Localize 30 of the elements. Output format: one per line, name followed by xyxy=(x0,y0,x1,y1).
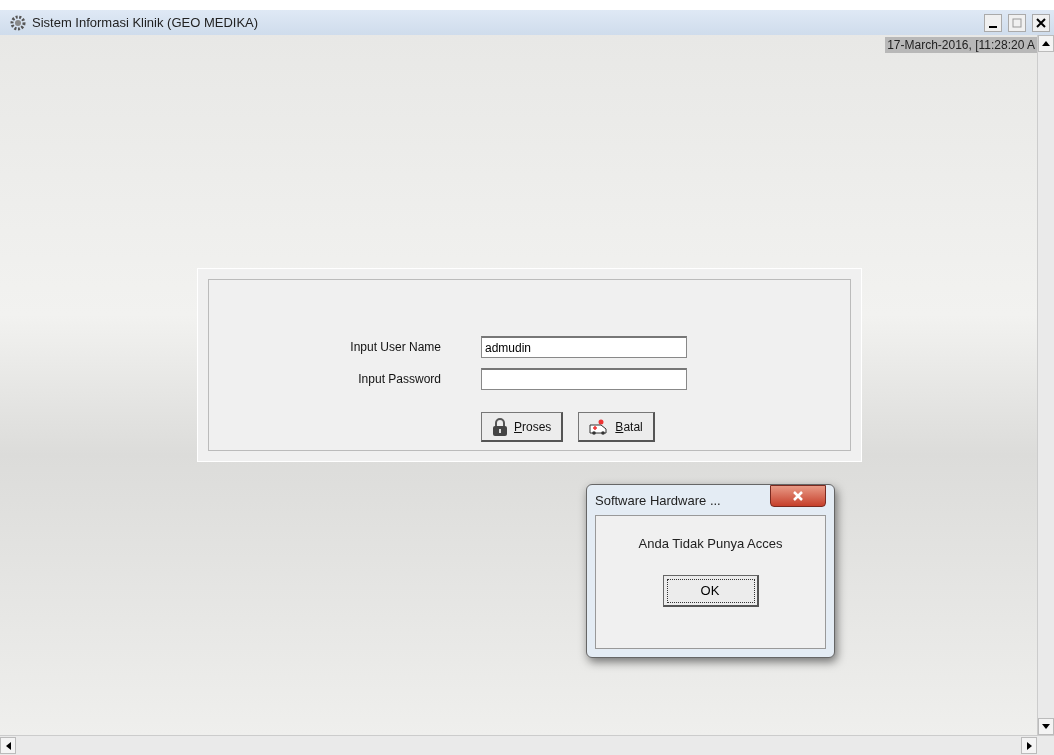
minimize-button[interactable] xyxy=(984,13,1002,32)
ambulance-icon xyxy=(589,418,610,435)
close-icon xyxy=(1036,17,1046,28)
ok-button[interactable]: OK xyxy=(662,575,759,607)
scroll-down-button[interactable] xyxy=(1038,718,1054,735)
window-title: Sistem Informasi Klinik (GEO MEDIKA) xyxy=(32,15,260,30)
dialog-message: Anda Tidak Punya Acces xyxy=(638,536,783,551)
date-time: 17-March-2016, [11:28:20 A xyxy=(885,37,1037,53)
maximize-icon xyxy=(1012,17,1022,28)
gear-icon xyxy=(10,14,26,31)
right-arrow-icon xyxy=(1026,741,1032,750)
input-field[interactable] xyxy=(481,368,687,390)
scroll-up-button[interactable] xyxy=(1038,35,1054,52)
close-button[interactable] xyxy=(1032,13,1050,32)
proses-button[interactable]: Proses xyxy=(481,412,564,442)
left-arrow-icon xyxy=(5,741,11,750)
dialog-title: Software Hardware ... xyxy=(595,492,722,508)
down-arrow-icon xyxy=(1042,724,1050,729)
batal-button[interactable]: Batal xyxy=(578,412,655,442)
scroll-left-button[interactable] xyxy=(0,737,16,754)
input-field[interactable]: admudin xyxy=(481,336,687,358)
close-button[interactable] xyxy=(770,485,826,507)
scroll-right-button[interactable] xyxy=(1021,737,1037,754)
minimize-icon xyxy=(989,25,997,28)
padlock-icon xyxy=(492,417,508,436)
up-arrow-icon xyxy=(1042,41,1050,46)
field-label: Input User Name xyxy=(350,340,441,354)
resize-grip[interactable] xyxy=(1037,735,1054,755)
close-icon xyxy=(792,491,804,501)
field-label: Input Password xyxy=(358,372,441,386)
